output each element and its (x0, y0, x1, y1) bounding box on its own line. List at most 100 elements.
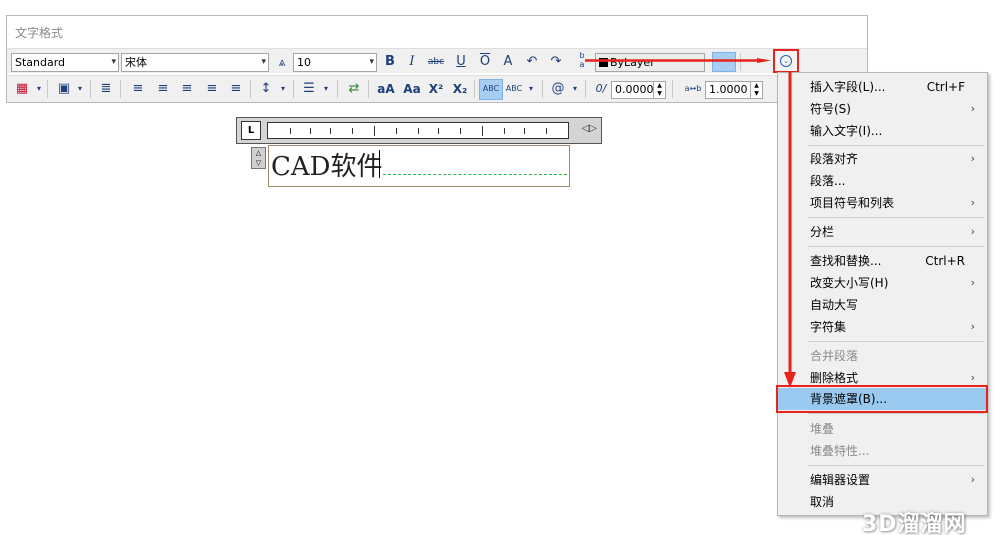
menu-item-editor-settings[interactable]: 编辑器设置 › (778, 469, 987, 491)
oblique-angle-input[interactable]: 0.0000 ▲ ▼ (611, 81, 666, 99)
mtext-editor[interactable]: CAD软件 (268, 145, 570, 187)
ruler-tick (290, 128, 291, 134)
menu-item-change-case[interactable]: 改变大小写(H) › (778, 272, 987, 294)
divider (542, 80, 543, 98)
chevron-down-icon: ▾ (111, 57, 116, 67)
tab-type-icon[interactable]: L (241, 121, 261, 140)
divider (47, 80, 48, 98)
undo-icon[interactable]: ↶ (523, 53, 541, 71)
strikethrough-button[interactable]: abc (427, 53, 445, 71)
menu-item-import-text[interactable]: 输入文字(I)... (778, 120, 987, 142)
text-height-select[interactable]: 10 ▾ (293, 53, 377, 72)
annotation-arrow-right (585, 58, 771, 63)
ruler-tick (482, 126, 483, 136)
divider (368, 80, 369, 98)
divider (293, 80, 294, 98)
oblique-angle-value: 0.0000 (615, 83, 654, 96)
chevron-down-icon[interactable]: ▾ (71, 80, 89, 98)
menu-item-paragraph-align[interactable]: 段落对齐 › (778, 148, 987, 170)
width-factor-input[interactable]: 1.0000 ▲ ▼ (705, 81, 763, 99)
mtext-ruler[interactable]: L ◁▷ (236, 117, 602, 144)
width-factor-value: 1.0000 (709, 83, 748, 96)
align-left-icon[interactable]: ≡ (129, 80, 147, 98)
ruler-tick (460, 128, 461, 134)
toolbar-row-2: ▦ ▾ ▣ ▾ ≣ ≡ ≡ ≡ ≡ ≡ ↕ ▾ ☰ ▾ ⇄ aA Aa X² X… (7, 75, 867, 102)
align-center-icon[interactable]: ≡ (154, 80, 172, 98)
ruler-tick (418, 128, 419, 134)
font-color-icon[interactable]: A (499, 53, 517, 71)
menu-item-autocaps[interactable]: 自动大写 (778, 294, 987, 316)
ruler-tick (524, 128, 525, 134)
distribute-icon[interactable]: ≡ (227, 80, 245, 98)
lowercase-button[interactable]: Aa (401, 80, 423, 98)
superscript-button[interactable]: X² (426, 80, 446, 98)
ruler-tick (504, 128, 505, 134)
editor-text: CAD软件 (271, 152, 383, 182)
align-right-icon[interactable]: ≡ (178, 80, 196, 98)
tracking-icon: a↔b (684, 84, 702, 93)
ruler-tick (374, 126, 375, 136)
menu-item-symbol[interactable]: 符号(S) › (778, 98, 987, 120)
menu-divider (808, 246, 984, 247)
ruler-tick (310, 128, 311, 134)
line-spacing-icon[interactable]: ↕ (257, 80, 275, 98)
oblique-icon: 0/ (595, 82, 607, 95)
subscript-button[interactable]: X₂ (450, 80, 470, 98)
menu-divider (808, 341, 984, 342)
chevron-down-icon[interactable]: ▾ (522, 80, 540, 98)
menu-divider (808, 465, 984, 466)
menu-item-stack: 堆叠 (810, 422, 835, 436)
submenu-arrow-icon: › (970, 152, 975, 165)
chevron-down-icon[interactable]: ▾ (317, 80, 335, 98)
font-value: 宋体 (125, 56, 147, 69)
ruler-tick (330, 128, 331, 134)
annotation-highlight-box (776, 385, 988, 413)
chevron-down-icon: ▾ (261, 57, 266, 67)
menu-item-find-replace[interactable]: 查找和替换... Ctrl+R (778, 250, 987, 272)
paragraph-icon[interactable]: ≣ (97, 80, 115, 98)
redo-icon[interactable]: ↷ (547, 53, 565, 71)
chevron-down-icon[interactable]: ▾ (566, 80, 584, 98)
ruler-tick (352, 128, 353, 134)
height-resize-handle[interactable]: △ ▽ (251, 147, 266, 169)
annotation-arrow-down (784, 72, 796, 388)
overline-button[interactable]: O (476, 53, 494, 71)
bold-button[interactable]: B (381, 53, 399, 71)
symbol-button[interactable]: @ (549, 80, 567, 98)
chevron-down-icon[interactable]: ▾ (274, 80, 292, 98)
column-icon[interactable]: ▦ (13, 80, 31, 98)
context-menu: 插入字段(L)... Ctrl+F 符号(S) › 输入文字(I)... 段落对齐 ›… (777, 72, 988, 516)
chevron-down-icon[interactable]: ▾ (30, 80, 48, 98)
justify-icon[interactable]: ≡ (203, 80, 221, 98)
text-style-select[interactable]: Standard ▾ (11, 53, 119, 72)
italic-button[interactable]: I (403, 53, 421, 71)
ruler-resize-icon[interactable]: ◁▷ (582, 123, 597, 134)
menu-item-character-set[interactable]: 字符集 › (778, 316, 987, 338)
spin-buttons[interactable]: ▲ ▼ (750, 82, 762, 98)
menu-divider (808, 145, 984, 146)
menu-item-columns[interactable]: 分栏 › (778, 221, 987, 243)
submenu-arrow-icon: › (970, 473, 975, 486)
insert-field-icon[interactable]: ⇄ (345, 80, 363, 98)
window-title: 文字格式 (15, 26, 64, 40)
ruler-tick (396, 128, 397, 134)
spellcheck-icon: ABC (482, 84, 500, 93)
text-height-value: 10 (297, 56, 311, 69)
options-button[interactable]: ⌄ (773, 49, 799, 73)
font-select[interactable]: 宋体 ▾ (121, 53, 269, 72)
divider (585, 80, 586, 98)
menu-item-insert-field[interactable]: 插入字段(L)... Ctrl+F (778, 76, 987, 98)
submenu-arrow-icon: › (970, 225, 975, 238)
uppercase-button[interactable]: aA (375, 80, 397, 98)
stack-bottom: a (579, 60, 585, 69)
spin-buttons[interactable]: ▲ ▼ (653, 82, 665, 98)
menu-item-combine-paragraphs: 合并段落 (810, 349, 859, 363)
underline-button[interactable]: U (452, 53, 470, 71)
divider (337, 80, 338, 98)
spellcheck-settings-icon[interactable]: ABC (505, 80, 523, 98)
menu-item-bullets-lists[interactable]: 项目符号和列表 › (778, 192, 987, 214)
annotative-icon[interactable]: ⩓ (273, 53, 291, 71)
ruler-bar[interactable] (267, 122, 569, 139)
numbering-icon[interactable]: ☰ (300, 80, 318, 98)
menu-item-paragraph[interactable]: 段落... (778, 170, 987, 192)
